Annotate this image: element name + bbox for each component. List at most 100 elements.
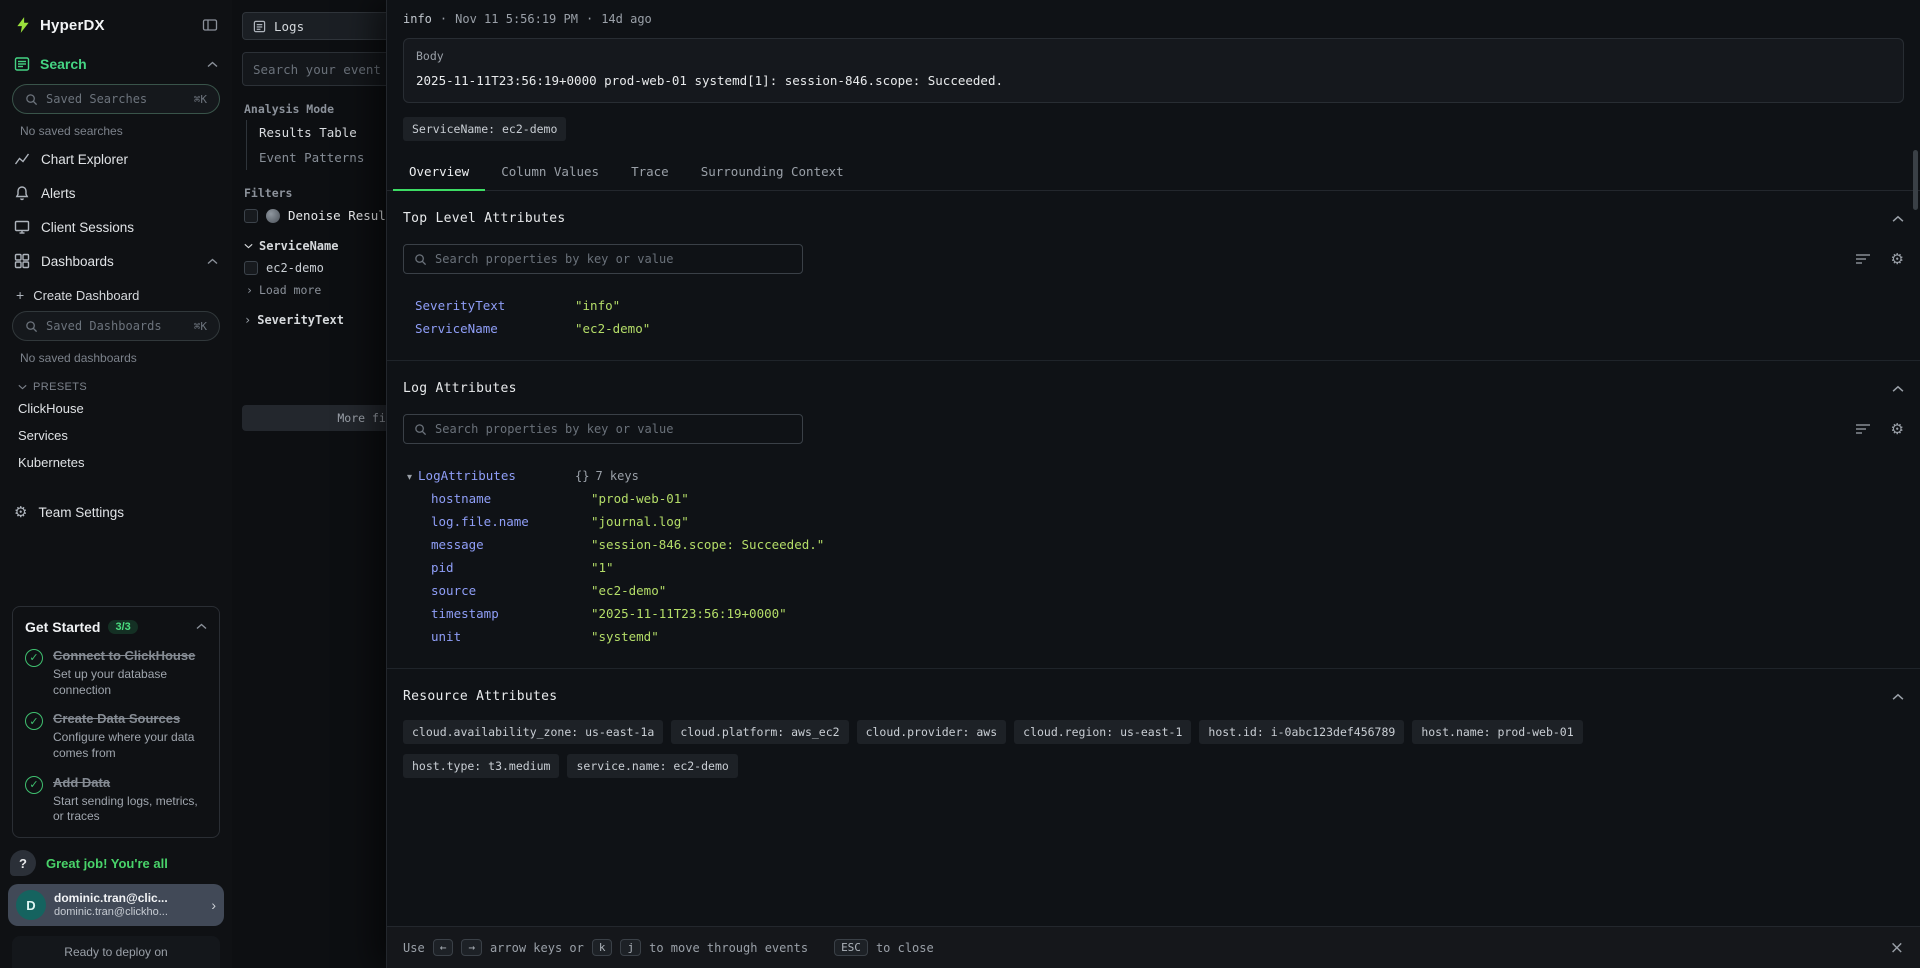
event-meta: info · Nov 11 5:56:19 PM · 14d ago	[387, 0, 1920, 32]
chevron-right-icon: ›	[246, 283, 253, 297]
property-search-box[interactable]	[403, 244, 803, 274]
filter-group-servicename[interactable]: ServiceName	[244, 239, 374, 253]
analysis-mode-list: Results Table Event Patterns	[246, 120, 386, 170]
app-root: HyperDX Search Saved Searches ⌘K No save…	[0, 0, 1920, 968]
filter-option-ec2-demo[interactable]: ec2-demo	[244, 261, 374, 275]
load-more-label: Load more	[259, 283, 321, 297]
user-menu[interactable]: D dominic.tran@clic... dominic.tran@clic…	[8, 884, 224, 926]
section-resource-attributes: Resource Attributes cloud.availability_z…	[387, 668, 1920, 798]
get-started-title: Get Started	[25, 619, 100, 635]
attribute-value: "1"	[591, 560, 614, 575]
tab-surrounding-context[interactable]: Surrounding Context	[685, 153, 860, 190]
mode-results-table[interactable]: Results Table	[247, 120, 386, 145]
get-started-item-add-data[interactable]: ✓ Add Data Start sending logs, metrics, …	[25, 775, 207, 825]
resource-pill[interactable]: host.type: t3.medium	[403, 754, 559, 778]
chevron-up-icon[interactable]	[207, 61, 218, 68]
attribute-row[interactable]: hostname "prod-web-01"	[403, 487, 1904, 510]
saved-dashboards-input[interactable]: Saved Dashboards ⌘K	[12, 311, 220, 341]
denoise-checkbox[interactable]	[244, 209, 258, 223]
attribute-row[interactable]: SeverityText "info"	[403, 294, 1904, 317]
line-format-icon[interactable]	[1855, 252, 1871, 266]
attribute-value: "ec2-demo"	[591, 583, 666, 598]
detail-tabs: Overview Column Values Trace Surrounding…	[387, 153, 1920, 191]
braces-icon: {}	[575, 469, 589, 483]
source-selector[interactable]: Logs	[242, 12, 386, 40]
filter-group-severitytext[interactable]: › SeverityText	[244, 313, 374, 327]
property-search-input[interactable]	[435, 422, 792, 436]
property-search-input[interactable]	[435, 252, 792, 266]
key-count: 7 keys	[595, 469, 638, 483]
settings-icon[interactable]: ⚙	[1891, 420, 1904, 438]
attribute-row[interactable]: unit "systemd"	[403, 625, 1904, 648]
sidebar-item-chart-explorer[interactable]: Chart Explorer	[0, 142, 232, 176]
sidebar-item-services[interactable]: Services	[0, 422, 232, 449]
settings-icon[interactable]: ⚙	[1891, 250, 1904, 268]
saved-dashboards-placeholder: Saved Dashboards	[46, 319, 162, 333]
attribute-value: "ec2-demo"	[575, 321, 650, 336]
attribute-row[interactable]: source "ec2-demo"	[403, 579, 1904, 602]
help-button[interactable]: ?	[10, 850, 36, 876]
sidebar-item-search[interactable]: Search	[0, 44, 232, 80]
resource-pill[interactable]: cloud.platform: aws_ec2	[671, 720, 848, 744]
denoise-toggle[interactable]: Denoise Resul	[244, 208, 374, 223]
attribute-row[interactable]: message "session-846.scope: Succeeded."	[403, 533, 1904, 556]
section-top-level-attributes: Top Level Attributes ⚙ SeverityText	[387, 191, 1920, 360]
filter-group-label: ServiceName	[259, 239, 338, 253]
ec2-demo-checkbox[interactable]	[244, 261, 258, 275]
get-started-item-connect[interactable]: ✓ Connect to ClickHouse Set up your data…	[25, 648, 207, 698]
sidebar-item-client-sessions[interactable]: Client Sessions	[0, 210, 232, 244]
attribute-row[interactable]: ServiceName "ec2-demo"	[403, 317, 1904, 340]
caret-down-icon[interactable]: ▾	[407, 472, 412, 483]
resource-pill[interactable]: cloud.provider: aws	[857, 720, 1007, 744]
event-search-box[interactable]	[242, 52, 386, 86]
service-tag[interactable]: ServiceName: ec2-demo	[403, 117, 566, 141]
property-search-box[interactable]	[403, 414, 803, 444]
presets-toggle[interactable]: PRESETS	[18, 381, 214, 393]
attribute-row[interactable]: log.file.name "journal.log"	[403, 510, 1904, 533]
attribute-root-row[interactable]: ▾ LogAttributes {} 7 keys	[403, 464, 1904, 487]
tab-trace[interactable]: Trace	[615, 153, 685, 190]
sidebar-item-dashboards[interactable]: Dashboards	[0, 244, 232, 278]
resource-pill[interactable]: host.name: prod-web-01	[1412, 720, 1582, 744]
saved-searches-placeholder: Saved Searches	[46, 92, 147, 106]
chevron-up-icon[interactable]	[1892, 215, 1904, 223]
resource-pill[interactable]: cloud.region: us-east-1	[1014, 720, 1191, 744]
create-dashboard-button[interactable]: + Create Dashboard	[0, 278, 232, 307]
more-filters-button[interactable]: More filte	[242, 405, 386, 431]
search-icon	[25, 320, 38, 333]
sidebar-item-alerts[interactable]: Alerts	[0, 176, 232, 210]
line-format-icon[interactable]	[1855, 422, 1871, 436]
sidebar-collapse-icon[interactable]	[202, 17, 218, 33]
event-search-input[interactable]	[253, 62, 386, 77]
saved-searches-input[interactable]: Saved Searches ⌘K	[12, 84, 220, 114]
chevron-up-icon[interactable]	[1892, 385, 1904, 393]
tab-column-values[interactable]: Column Values	[485, 153, 615, 190]
resource-pill[interactable]: host.id: i-0abc123def456789	[1199, 720, 1404, 744]
scrollbar-thumb[interactable]	[1913, 150, 1918, 210]
mode-event-patterns[interactable]: Event Patterns	[247, 145, 386, 170]
attribute-key: log.file.name	[431, 514, 591, 529]
section-title: Log Attributes	[403, 381, 517, 396]
nav-label: Client Sessions	[41, 220, 134, 235]
attribute-row[interactable]: pid "1"	[403, 556, 1904, 579]
chevron-up-icon[interactable]	[196, 623, 207, 630]
sidebar-item-clickhouse[interactable]: ClickHouse	[0, 395, 232, 422]
get-started-header[interactable]: Get Started 3/3	[25, 619, 207, 635]
sidebar-item-kubernetes[interactable]: Kubernetes	[0, 449, 232, 476]
close-icon[interactable]: ×	[1890, 938, 1904, 958]
load-more-button[interactable]: › Load more	[246, 283, 372, 297]
get-started-item-desc: Configure where your data comes from	[53, 730, 207, 761]
analysis-mode-label: Analysis Mode	[244, 102, 374, 116]
sidebar-item-team-settings[interactable]: ⚙ Team Settings	[0, 494, 232, 530]
tab-overview[interactable]: Overview	[393, 153, 485, 190]
attribute-value: "systemd"	[591, 629, 659, 644]
resource-pill[interactable]: service.name: ec2-demo	[567, 754, 737, 778]
j-key: j	[620, 939, 641, 956]
nav-label: Chart Explorer	[41, 152, 128, 167]
chevron-up-icon[interactable]	[1892, 693, 1904, 701]
chevron-up-icon[interactable]	[207, 258, 218, 265]
k-key: k	[592, 939, 613, 956]
resource-pill[interactable]: cloud.availability_zone: us-east-1a	[403, 720, 663, 744]
attribute-row[interactable]: timestamp "2025-11-11T23:56:19+0000"	[403, 602, 1904, 625]
get-started-item-sources[interactable]: ✓ Create Data Sources Configure where yo…	[25, 711, 207, 761]
